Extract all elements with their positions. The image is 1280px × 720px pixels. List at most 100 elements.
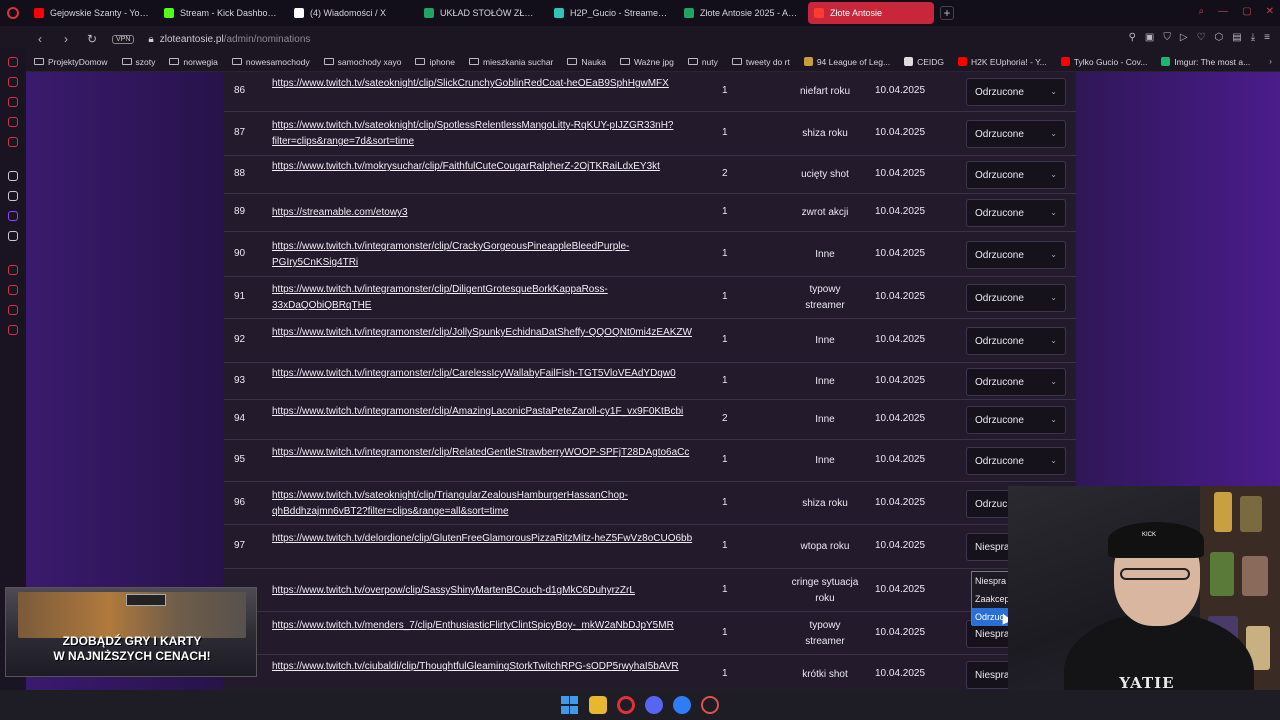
ceidg-icon bbox=[904, 57, 914, 66]
messenger-sidebar-icon[interactable] bbox=[8, 57, 18, 67]
snapshot-icon[interactable]: ▣ bbox=[1145, 32, 1154, 43]
forward-icon[interactable]: › bbox=[60, 32, 72, 46]
maximize-icon[interactable]: ▢ bbox=[1242, 6, 1251, 17]
bookmark-item[interactable]: 94 League of Leg... bbox=[803, 57, 890, 67]
app-taskbar-icon[interactable] bbox=[701, 696, 719, 714]
x-sidebar-icon[interactable] bbox=[8, 231, 18, 241]
nomination-date: 10.04.2025 bbox=[875, 497, 926, 508]
status-select[interactable]: Odrzucone ⌄ bbox=[966, 78, 1066, 106]
bookmarks-bar: ProjektyDomow szoty norwegia nowesamochody s… bbox=[0, 52, 1280, 72]
search-tabs-icon[interactable]: ⌕ bbox=[1199, 6, 1205, 17]
browser-tab[interactable]: Gejowskie Szanty - YouTu bbox=[28, 2, 156, 24]
vpn-badge[interactable]: VPN bbox=[112, 34, 135, 44]
status-option[interactable]: Zaakcep bbox=[972, 590, 1010, 608]
bookmark-label: Tylko Gucio - Cov... bbox=[1073, 56, 1148, 67]
chatgpt-sidebar-icon[interactable] bbox=[8, 191, 18, 201]
extensions-sidebar-icon[interactable] bbox=[8, 305, 18, 315]
clip-link[interactable]: https://www.twitch.tv/integramonster/cli… bbox=[272, 239, 702, 271]
windows-start-icon[interactable] bbox=[561, 696, 579, 714]
file-explorer-icon[interactable] bbox=[589, 696, 607, 714]
status-select[interactable]: Odrzucone ⌄ bbox=[966, 447, 1066, 475]
back-icon[interactable]: ‹ bbox=[34, 32, 46, 46]
clip-link[interactable]: https://www.twitch.tv/sateoknight/clip/T… bbox=[272, 488, 702, 520]
twitch-sidebar-icon[interactable] bbox=[8, 211, 18, 221]
ad-banner[interactable]: ZDOBĄDŹ GRY I KARTY W NAJNIŻSZYCH CENACH… bbox=[5, 587, 257, 677]
workspace-sidebar-icon[interactable] bbox=[8, 117, 18, 127]
shield-icon[interactable]: ⛉ bbox=[1163, 32, 1171, 43]
bookmark-item[interactable]: tweety do rt bbox=[731, 57, 790, 67]
status-select[interactable]: Odrzucone ⌄ bbox=[966, 120, 1066, 148]
browser-tab[interactable]: UKŁAD STOŁÓW ZŁOTE bbox=[418, 2, 546, 24]
clock-sidebar-icon[interactable] bbox=[8, 285, 18, 295]
extensions-icon[interactable]: ⬡ bbox=[1215, 32, 1224, 43]
clip-link[interactable]: https://www.twitch.tv/integramonster/cli… bbox=[272, 282, 702, 314]
browser-tab[interactable]: (4) Wiadomości / X bbox=[288, 2, 416, 24]
status-option[interactable]: Niespra bbox=[972, 572, 1010, 590]
browser-tab[interactable]: H2P_Gucio - Streamer Ov bbox=[548, 2, 676, 24]
clip-link[interactable]: https://www.twitch.tv/integramonster/cli… bbox=[272, 445, 702, 461]
browser-tab[interactable]: Złote Antosie 2025 - Arku bbox=[678, 2, 806, 24]
status-select[interactable]: Odrzucone ⌄ bbox=[966, 327, 1066, 355]
clip-link[interactable]: https://streamable.com/etowy3 bbox=[272, 205, 702, 221]
row-id: 92 bbox=[234, 334, 246, 345]
url-field[interactable]: 🔒︎ zloteantosie.pl/admin/nominations bbox=[148, 34, 310, 45]
status-select[interactable]: Odrzucone ⌄ bbox=[966, 406, 1066, 434]
status-select[interactable]: Odrzucone ⌄ bbox=[966, 284, 1066, 312]
clip-link[interactable]: https://www.twitch.tv/menders_7/clip/Ent… bbox=[272, 618, 702, 634]
bookmark-item[interactable]: Nauka bbox=[567, 57, 606, 67]
clip-link[interactable]: https://www.twitch.tv/sateoknight/clip/S… bbox=[272, 118, 702, 150]
clip-link[interactable]: https://www.twitch.tv/integramonster/cli… bbox=[272, 404, 702, 420]
bookmark-item[interactable]: CEIDG bbox=[904, 57, 944, 67]
bookmark-item[interactable]: samochody xayo bbox=[323, 57, 401, 67]
bookmark-item[interactable]: szoty bbox=[121, 57, 155, 67]
status-select[interactable]: Odrzucone ⌄ bbox=[966, 199, 1066, 227]
row-id: 87 bbox=[234, 127, 246, 138]
bookmark-item[interactable]: iphone bbox=[415, 57, 455, 67]
download-icon[interactable]: ⤓ bbox=[1251, 32, 1255, 43]
close-icon[interactable]: ✕ bbox=[1266, 6, 1274, 17]
address-bar: ‹ › ↻ VPN 🔒︎ zloteantosie.pl/admin/nomin… bbox=[0, 26, 1280, 52]
bookmark-item[interactable]: Tylko Gucio - Cov... bbox=[1060, 56, 1148, 67]
row-id: 97 bbox=[234, 540, 246, 551]
browser-tab[interactable]: Stream - Kick Dashboard bbox=[158, 2, 286, 24]
opera-taskbar-icon[interactable] bbox=[617, 696, 635, 714]
reload-icon[interactable]: ↻ bbox=[86, 32, 98, 46]
history-sidebar-icon[interactable] bbox=[8, 77, 18, 87]
clip-link[interactable]: https://www.twitch.tv/sateoknight/clip/S… bbox=[272, 76, 702, 92]
new-tab-button[interactable]: + bbox=[940, 6, 954, 20]
status-select[interactable]: Odrzucone ⌄ bbox=[966, 241, 1066, 269]
clip-link[interactable]: https://www.twitch.tv/mokrysuchar/clip/F… bbox=[272, 159, 702, 175]
clip-link[interactable]: https://www.twitch.tv/integramonster/cli… bbox=[272, 366, 702, 382]
bookmark-item[interactable]: Ważne jpg bbox=[619, 57, 674, 67]
bookmark-item[interactable]: mieszkania suchar bbox=[469, 57, 553, 67]
discord-taskbar-icon[interactable] bbox=[645, 696, 663, 714]
clip-link[interactable]: https://www.twitch.tv/integramonster/cli… bbox=[272, 325, 702, 341]
heart-icon[interactable]: ♡ bbox=[1197, 32, 1206, 43]
bookmark-item[interactable]: norwegia bbox=[169, 57, 218, 67]
status-select[interactable]: Odrzucone ⌄ bbox=[966, 368, 1066, 396]
pin-icon[interactable]: ⚲ bbox=[1129, 32, 1136, 43]
wallet-icon[interactable]: ▤ bbox=[1232, 32, 1241, 43]
player-sidebar-icon[interactable] bbox=[8, 265, 18, 275]
bookmarks-more-icon[interactable]: › bbox=[1269, 56, 1272, 66]
player-icon[interactable]: ▷ bbox=[1180, 32, 1188, 43]
bookmark-item[interactable]: nowesamochody bbox=[231, 57, 310, 67]
menu-icon[interactable]: ≡ bbox=[1264, 32, 1270, 43]
music-sidebar-icon[interactable] bbox=[8, 137, 18, 147]
row-id: 91 bbox=[234, 291, 246, 302]
clip-link[interactable]: https://www.twitch.tv/overpow/clip/Sassy… bbox=[272, 583, 702, 599]
status-select[interactable]: Odrzucone ⌄ bbox=[966, 161, 1066, 189]
clip-link[interactable]: https://www.twitch.tv/ciubaldi/clip/Thou… bbox=[272, 659, 702, 675]
bookmark-item[interactable]: H2K EUphoria! - Y... bbox=[958, 57, 1047, 67]
clip-link[interactable]: https://www.twitch.tv/delordione/clip/Gl… bbox=[272, 531, 702, 547]
settings-sidebar-icon[interactable] bbox=[8, 325, 18, 335]
aria-sidebar-icon[interactable] bbox=[8, 97, 18, 107]
messenger-taskbar-icon[interactable] bbox=[673, 696, 691, 714]
bookmark-item[interactable]: nuty bbox=[687, 57, 718, 67]
opera-menu-icon[interactable] bbox=[0, 0, 26, 26]
minimize-icon[interactable]: — bbox=[1218, 6, 1228, 17]
bookmark-item[interactable]: Imgur: The most a... bbox=[1161, 57, 1250, 67]
browser-tab[interactable]: Złote Antosie bbox=[808, 2, 934, 24]
ai-sidebar-icon[interactable] bbox=[8, 171, 18, 181]
bookmark-item[interactable]: ProjektyDomow bbox=[34, 57, 108, 67]
